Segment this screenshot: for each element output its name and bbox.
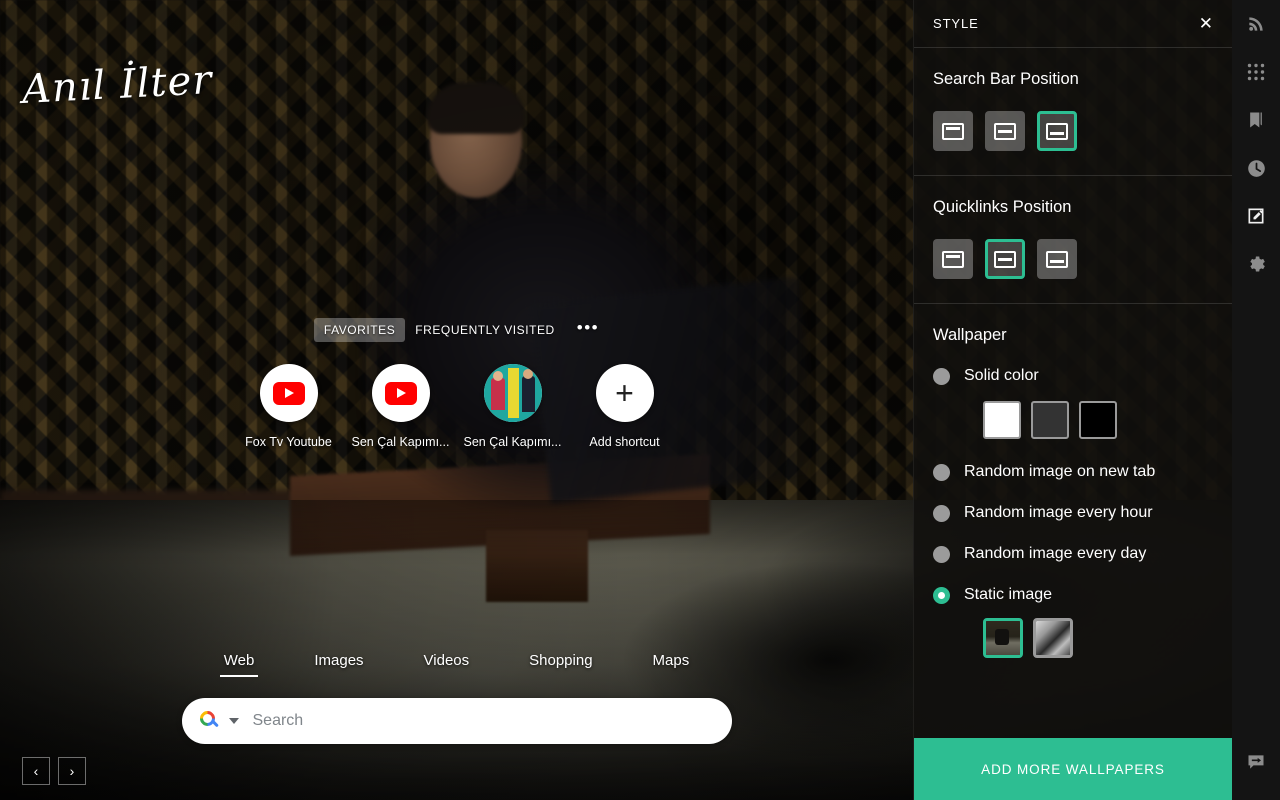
quicklink-item-1[interactable]: Fox Tv Youtube [233,364,345,449]
layout-bottom-icon [1046,122,1068,140]
wallpaper-section: Wallpaper Solid color Random image on ne… [914,304,1232,668]
quicklink-label: Sen Çal Kapımı... [463,435,562,449]
search-tab-images[interactable]: Images [284,652,393,677]
quicklinks-position-section: Quicklinks Position [914,176,1232,304]
quicklink-icon-wrap [259,364,318,422]
style-panel: STYLE ✕ Search Bar Position Quicklinks P… [913,0,1232,800]
search-bar-position-title: Search Bar Position [933,70,1079,88]
radio-icon [933,463,950,481]
solid-color-swatches [983,401,1213,439]
quicklink-icon-wrap: + [595,364,654,422]
youtube-icon [272,381,305,405]
youtube-icon [384,381,417,405]
prev-wallpaper-button[interactable]: ‹ [22,757,50,785]
wallpaper-thumb-2[interactable] [1033,618,1073,658]
layout-middle-icon [994,122,1016,140]
new-tab-page: Anıl İlter FAVORITES FREQUENTLY VISITED … [0,0,1280,800]
layout-bottom-icon [1046,250,1068,268]
gear-icon[interactable] [1232,240,1280,288]
quicklink-label: Sen Çal Kapımı... [351,435,450,449]
quicklinks-position-bottom[interactable] [1037,239,1077,279]
search-bar-position-bottom[interactable] [1037,111,1077,151]
history-clock-icon[interactable] [1232,144,1280,192]
wallpaper-option-label: Solid color [964,367,1039,384]
wallpaper-option-solid-color[interactable]: Solid color [933,367,1213,385]
close-icon[interactable]: ✕ [1199,15,1213,32]
search-tab-shopping[interactable]: Shopping [499,652,622,677]
wallpaper-thumb-1[interactable] [983,618,1023,658]
radio-icon [933,545,950,563]
add-more-wallpapers-button[interactable]: ADD MORE WALLPAPERS [914,738,1232,800]
rss-icon[interactable] [1232,0,1280,48]
next-wallpaper-button[interactable]: › [58,757,86,785]
search-tab-maps[interactable]: Maps [623,652,720,677]
quicklinks-position-top[interactable] [933,239,973,279]
search-input[interactable] [252,712,714,730]
quicklink-label: Add shortcut [589,435,660,449]
wallpaper-option-random-hour[interactable]: Random image every hour [933,504,1213,522]
apps-grid-icon[interactable] [1232,48,1280,96]
notes-edit-icon[interactable] [1232,192,1280,240]
static-image-thumbnails [983,618,1213,658]
quicklinks-tabs: FAVORITES FREQUENTLY VISITED ••• [0,318,913,342]
solid-color-swatch-gray[interactable] [1031,401,1069,439]
bookmark-icon[interactable] [1232,96,1280,144]
quicklink-add-shortcut[interactable]: + Add shortcut [569,364,681,449]
search-tab-videos[interactable]: Videos [394,652,500,677]
wallpaper-option-random-day[interactable]: Random image every day [933,545,1213,563]
search-category-tabs: Web Images Videos Shopping Maps [0,652,913,677]
search-bar-position-top[interactable] [933,111,973,151]
wallpaper-option-random-new-tab[interactable]: Random image on new tab [933,463,1213,481]
style-panel-body: Search Bar Position Quicklinks Position [914,48,1232,738]
radio-icon-selected [933,586,950,604]
show-thumbnail-icon [483,364,542,422]
quicklink-item-3[interactable]: Sen Çal Kapımı... [457,364,569,449]
radio-icon [933,504,950,522]
search-tab-web[interactable]: Web [194,652,285,677]
feedback-icon[interactable] [1232,738,1280,786]
search-section: Web Images Videos Shopping Maps [0,652,913,744]
wallpaper-option-label: Random image on new tab [964,463,1156,480]
quicklinks-position-options [933,239,1213,279]
wallpaper-nav-arrows: ‹ › [22,757,86,785]
solid-color-swatch-black[interactable] [1079,401,1117,439]
layout-top-icon [942,250,964,268]
quicklink-item-2[interactable]: Sen Çal Kapımı... [345,364,457,449]
layout-top-icon [942,122,964,140]
chevron-down-icon[interactable] [228,718,239,724]
quicklinks-list: Fox Tv Youtube Sen Çal Kapımı... Sen Çal… [0,364,913,449]
search-bar-position-section: Search Bar Position [914,48,1232,176]
search-bar-position-middle[interactable] [985,111,1025,151]
wallpaper-option-label: Static image [964,586,1053,603]
quicklinks-more-icon[interactable]: ••• [577,319,599,338]
quicklink-icon-wrap [483,364,542,422]
wallpaper-title: Wallpaper [933,326,1007,344]
google-search-icon [196,707,220,731]
wallpaper-option-static-image[interactable]: Static image [933,586,1213,604]
wallpaper-option-label: Random image every hour [964,504,1153,521]
quicklink-label: Fox Tv Youtube [245,435,332,449]
quicklinks-tab-favorites[interactable]: FAVORITES [313,318,406,342]
radio-icon [933,367,950,385]
style-panel-header: STYLE ✕ [914,0,1232,48]
plus-icon: + [615,375,634,411]
quicklinks-position-title: Quicklinks Position [933,198,1072,216]
search-bar[interactable] [181,698,732,744]
layout-middle-icon [994,250,1016,268]
solid-color-swatch-white[interactable] [983,401,1021,439]
quicklinks-position-middle[interactable] [985,239,1025,279]
search-bar-position-options [933,111,1213,151]
quicklinks-tab-frequently-visited[interactable]: FREQUENTLY VISITED [405,318,564,342]
quicklinks-section: FAVORITES FREQUENTLY VISITED ••• Fox Tv … [0,318,913,449]
wallpaper-option-label: Random image every day [964,545,1147,562]
right-sidebar [1232,0,1280,800]
style-panel-title: STYLE [933,16,979,31]
quicklink-icon-wrap [371,364,430,422]
